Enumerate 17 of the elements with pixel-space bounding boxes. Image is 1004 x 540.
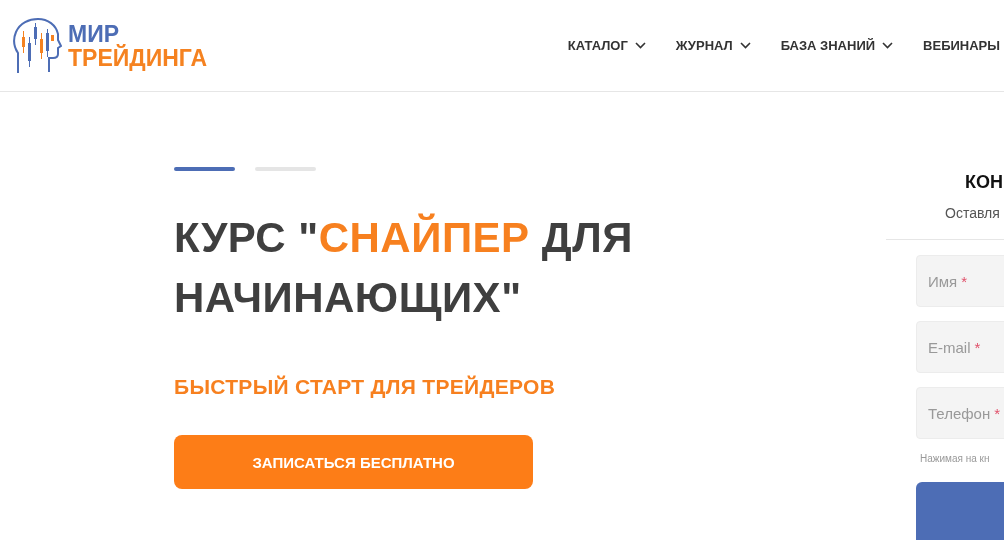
input-field[interactable]: Имя * [916, 255, 1004, 307]
head-chart-icon [12, 16, 62, 75]
chevron-down-icon [739, 42, 751, 49]
nav-item[interactable]: ЖУРНАЛ [675, 38, 751, 53]
nav-item[interactable]: КАТАЛОГ [567, 38, 646, 53]
chevron-down-icon [882, 42, 894, 49]
hero-title: КУРС "СНАЙПЕР ДЛЯ НАЧИНАЮЩИХ" [174, 212, 634, 323]
nav-item[interactable]: БАЗА ЗНАНИЙ [780, 38, 894, 53]
nav-item[interactable]: ВЕБИНАРЫ [923, 38, 1000, 53]
input-field[interactable]: Телефон * [916, 387, 1004, 439]
chevron-down-icon [634, 42, 646, 49]
logo-text: ТРЕЙДИНГА [68, 45, 207, 70]
form-title: КОН [964, 172, 1004, 193]
form-subtitle: Оставля [944, 205, 1001, 221]
hero-subtitle: БЫСТРЫЙ СТАРТ ДЛЯ ТРЕЙДЕРОВ [174, 375, 557, 399]
consent-note: Нажимая на кн [919, 453, 991, 464]
input-field[interactable]: E-mail * [916, 321, 1004, 373]
